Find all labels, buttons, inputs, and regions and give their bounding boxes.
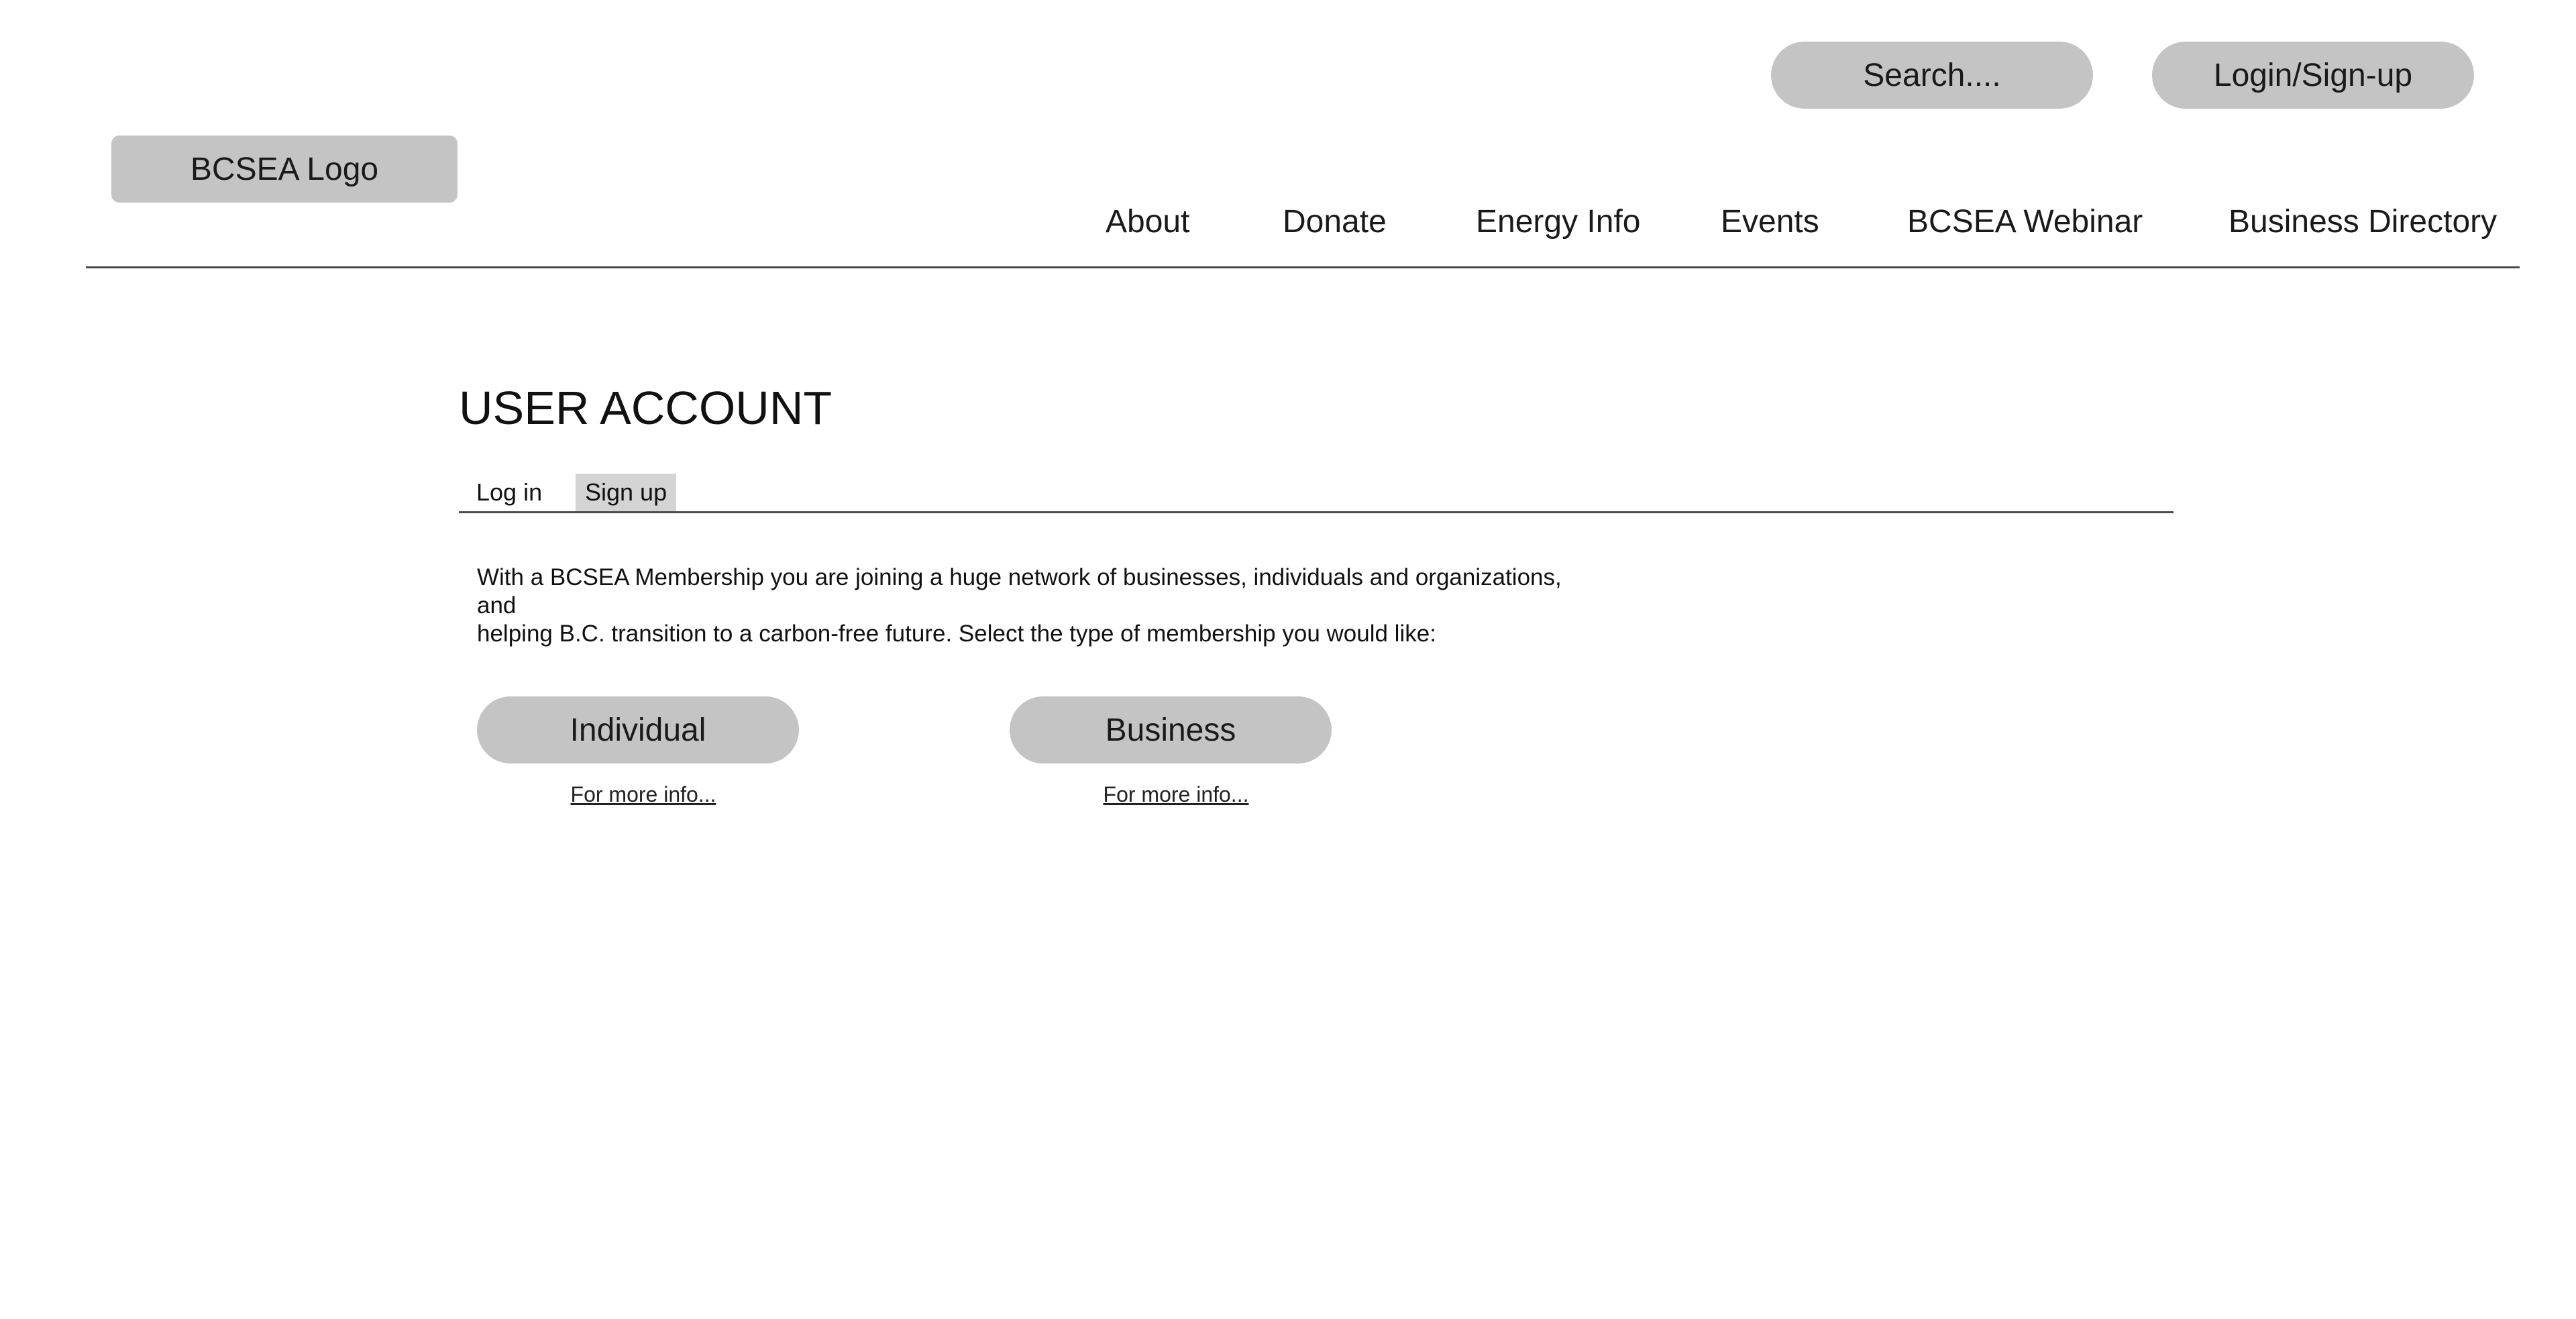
individual-more-info-link[interactable]: For more info... [482,782,804,807]
nav-item-about[interactable]: About [1106,199,1189,246]
logo-placeholder[interactable]: BCSEA Logo [111,136,458,203]
search-button[interactable]: Search.... [1771,42,2093,109]
login-signup-button[interactable]: Login/Sign-up [2152,42,2474,109]
intro-line-1: With a BCSEA Membership you are joining … [477,564,1562,619]
intro-line-2: helping B.C. transition to a carbon-free… [477,621,1436,647]
nav-item-donate[interactable]: Donate [1283,199,1387,246]
tabs-divider [459,511,2174,513]
nav-item-energy-info[interactable]: Energy Info [1476,199,1640,246]
header-divider [86,266,2520,268]
nav-item-bcsea-webinar[interactable]: BCSEA Webinar [1907,199,2143,246]
page-title: USER ACCOUNT [459,382,833,434]
nav-item-business-directory[interactable]: Business Directory [2229,199,2497,246]
membership-intro-text: With a BCSEA Membership you are joining … [477,564,1604,648]
tab-log-in[interactable]: Log in [467,474,551,511]
tab-sign-up[interactable]: Sign up [576,474,677,511]
business-membership-button[interactable]: Business [1010,696,1332,763]
nav-item-events[interactable]: Events [1721,199,1819,246]
business-more-info-link[interactable]: For more info... [1015,782,1337,807]
individual-membership-button[interactable]: Individual [477,696,799,763]
